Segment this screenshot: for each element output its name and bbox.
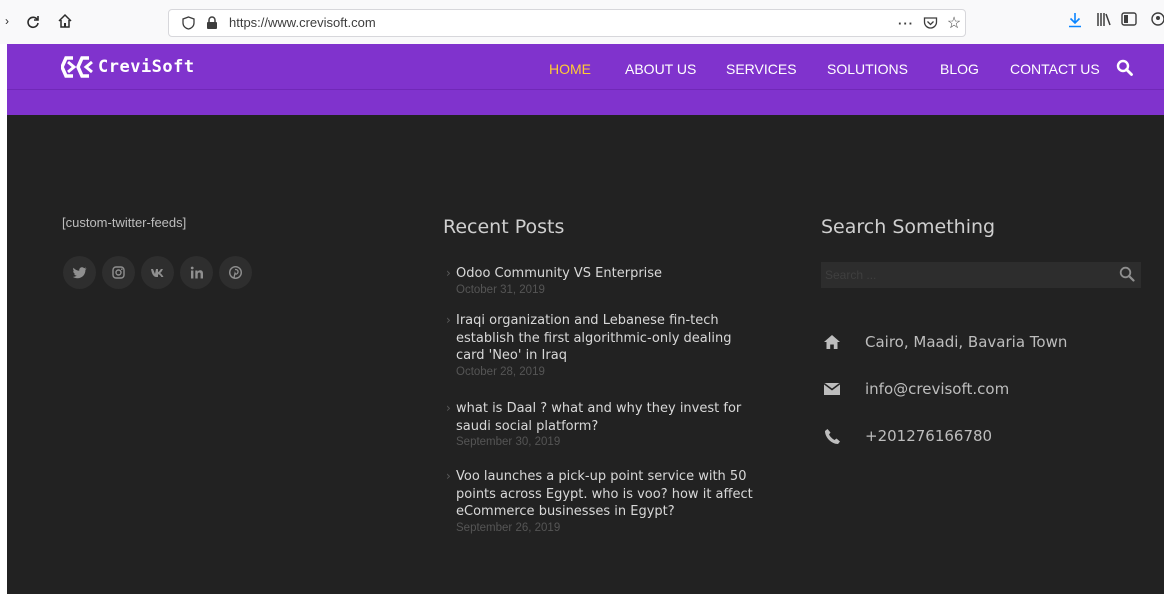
phone-text[interactable]: +201276166780 (865, 427, 992, 445)
envelope-icon (821, 379, 843, 399)
footer-search-icon[interactable] (1119, 266, 1137, 284)
linkedin-icon[interactable] (180, 256, 213, 289)
post-link[interactable]: Voo launches a pick-up point service wit… (443, 468, 763, 521)
download-icon[interactable] (1068, 12, 1082, 32)
footer-search-input[interactable] (821, 262, 1119, 288)
library-icon[interactable] (1096, 12, 1112, 31)
post-date: October 31, 2019 (456, 283, 545, 296)
address-text: Cairo, Maadi, Bavaria Town (865, 333, 1068, 351)
contact-address: Cairo, Maadi, Bavaria Town (821, 332, 1067, 352)
post-date: October 28, 2019 (456, 365, 545, 378)
post-link[interactable]: Odoo Community VS Enterprise (443, 265, 763, 283)
pinterest-icon[interactable] (219, 256, 252, 289)
post-link[interactable]: what is Daal ? what and why they invest … (443, 400, 763, 435)
site-header: CreviSoft HOME ABOUT US SERVICES SOLUTIO… (7, 44, 1164, 115)
header-divider (7, 89, 1164, 90)
recent-post-item: what is Daal ? what and why they invest … (443, 400, 763, 448)
window-edge (0, 44, 7, 594)
post-link[interactable]: Iraqi organization and Lebanese fin-tech… (443, 312, 763, 365)
vk-icon[interactable] (141, 256, 174, 289)
instagram-icon[interactable] (102, 256, 135, 289)
home-icon[interactable] (54, 10, 76, 32)
logo-text: CreviSoft (98, 57, 195, 77)
sidebar-icon[interactable] (1121, 12, 1137, 30)
nav-home[interactable]: HOME (549, 61, 591, 77)
header-search-icon[interactable] (1116, 59, 1133, 81)
post-date: September 26, 2019 (456, 521, 561, 534)
recent-post-item: Iraqi organization and Lebanese fin-tech… (443, 312, 763, 378)
page-actions-icon[interactable]: ··· (897, 14, 915, 32)
pocket-icon[interactable] (921, 14, 939, 32)
logo-mark-icon (60, 56, 95, 78)
contact-email: info@crevisoft.com (821, 379, 1009, 399)
bookmark-star-icon[interactable]: ☆ (945, 14, 963, 32)
nav-contact-us[interactable]: CONTACT US (1010, 61, 1100, 77)
twitter-feeds-shortcode: [custom-twitter-feeds] (62, 215, 187, 230)
nav-blog[interactable]: BLOG (940, 61, 979, 77)
home-icon (821, 332, 843, 352)
lock-icon[interactable] (203, 14, 221, 32)
phone-icon (821, 426, 843, 446)
contact-phone: +201276166780 (821, 426, 992, 446)
site-logo[interactable]: CreviSoft (60, 56, 195, 78)
forward-arrow-icon[interactable]: › (0, 10, 18, 32)
nav-services[interactable]: SERVICES (726, 61, 797, 77)
shield-icon[interactable] (179, 14, 197, 32)
email-text[interactable]: info@crevisoft.com (865, 380, 1009, 398)
recent-post-item: Voo launches a pick-up point service wit… (443, 468, 763, 534)
nav-solutions[interactable]: SOLUTIONS (827, 61, 908, 77)
footer-search-box (821, 262, 1141, 288)
website-viewport: CreviSoft HOME ABOUT US SERVICES SOLUTIO… (7, 44, 1164, 594)
url-text: https://www.crevisoft.com (229, 15, 376, 30)
browser-toolbar: › https://www.crevisoft.com ··· ☆ (0, 0, 1164, 45)
recent-posts-title: Recent Posts (443, 216, 565, 238)
post-date: September 30, 2019 (456, 436, 561, 448)
account-icon[interactable] (1151, 12, 1164, 30)
search-section-title: Search Something (821, 216, 996, 238)
reload-icon[interactable] (22, 10, 44, 32)
nav-about-us[interactable]: ABOUT US (625, 61, 696, 77)
twitter-icon[interactable] (63, 256, 96, 289)
recent-post-item: Odoo Community VS Enterprise October 31,… (443, 265, 763, 296)
address-bar[interactable]: https://www.crevisoft.com ··· ☆ (168, 9, 966, 37)
